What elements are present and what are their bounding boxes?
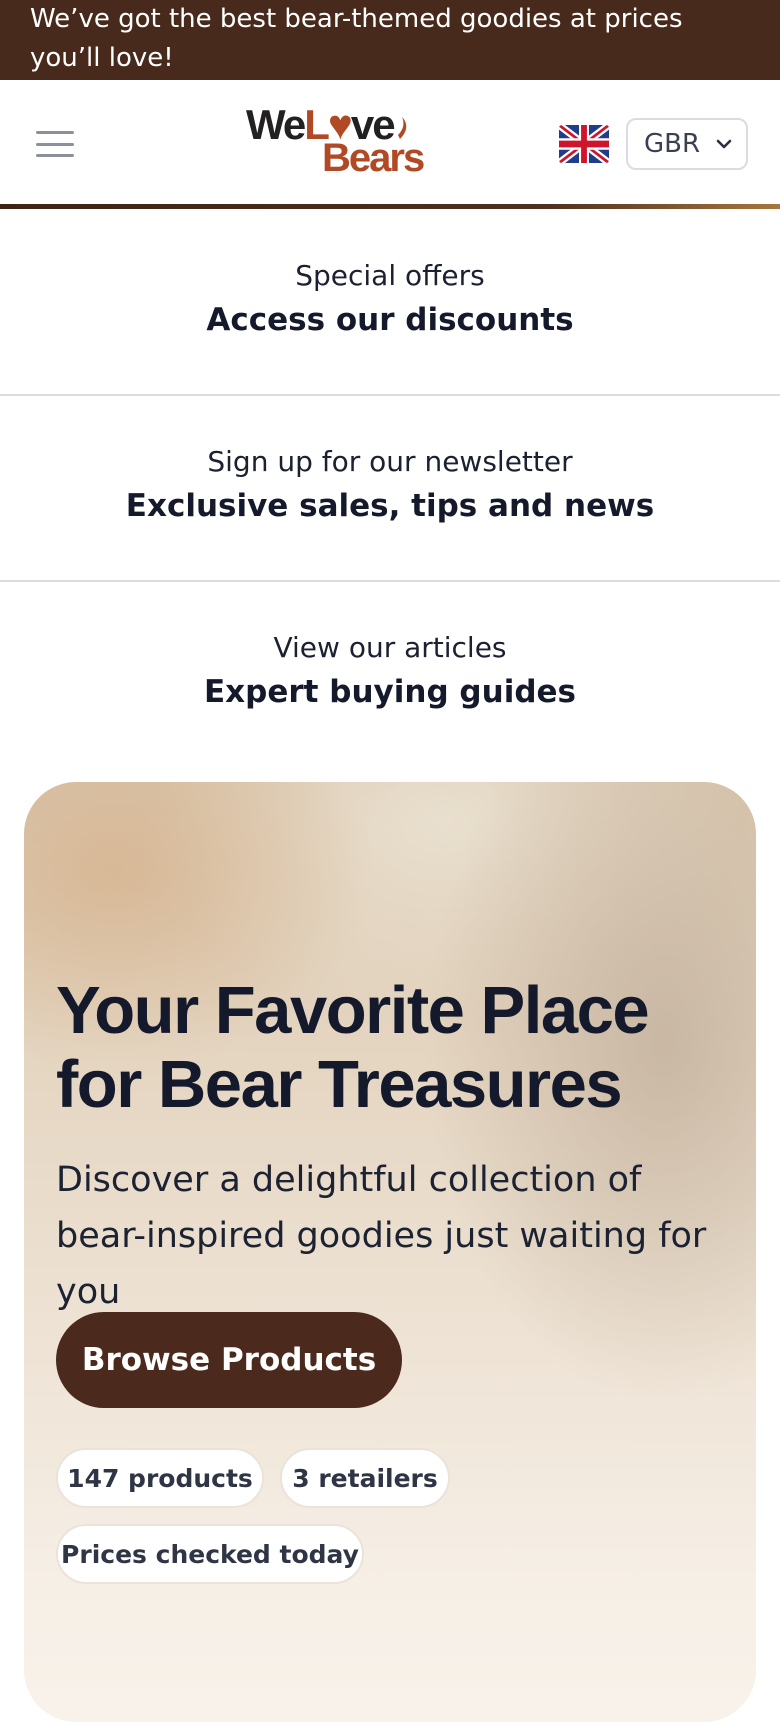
site-logo[interactable]: WeL♥ve Bears bbox=[246, 104, 446, 184]
promo-small-text: Sign up for our newsletter bbox=[207, 445, 573, 478]
currency-select[interactable]: GBR bbox=[626, 118, 748, 170]
promo-small-text: Special offers bbox=[295, 259, 485, 292]
announcement-bar: We’ve got the best bear-themed goodies a… bbox=[0, 0, 780, 80]
currency-value: GBR bbox=[644, 129, 701, 159]
promo-articles[interactable]: View our articles Expert buying guides bbox=[0, 581, 780, 767]
announcement-text: We’ve got the best bear-themed goodies a… bbox=[30, 4, 683, 73]
stat-chip-prices: Prices checked today bbox=[56, 1524, 364, 1584]
hero-subtitle: Discover a delightful collection of bear… bbox=[56, 1160, 707, 1312]
hero-title: Your Favorite Place for Bear Treasures bbox=[56, 973, 650, 1122]
promo-big-text: Expert buying guides bbox=[204, 674, 576, 710]
promo-newsletter[interactable]: Sign up for our newsletter Exclusive sal… bbox=[0, 395, 780, 581]
promo-small-text: View our articles bbox=[273, 631, 507, 664]
stat-chip-products: 147 products bbox=[56, 1448, 264, 1508]
hero-section: Your Favorite Place for Bear Treasures D… bbox=[24, 782, 756, 1722]
promo-big-text: Exclusive sales, tips and news bbox=[125, 488, 655, 524]
stat-chip-retailers: 3 retailers bbox=[280, 1448, 450, 1508]
browse-products-button[interactable]: Browse Products bbox=[56, 1312, 402, 1408]
promo-special-offers[interactable]: Special offers Access our discounts bbox=[0, 209, 780, 395]
hamburger-menu-icon[interactable] bbox=[36, 131, 74, 157]
promo-big-text: Access our discounts bbox=[206, 302, 574, 338]
chevron-down-icon bbox=[716, 139, 732, 149]
logo-line-2: Bears bbox=[322, 136, 425, 180]
uk-flag-icon[interactable] bbox=[559, 125, 609, 163]
